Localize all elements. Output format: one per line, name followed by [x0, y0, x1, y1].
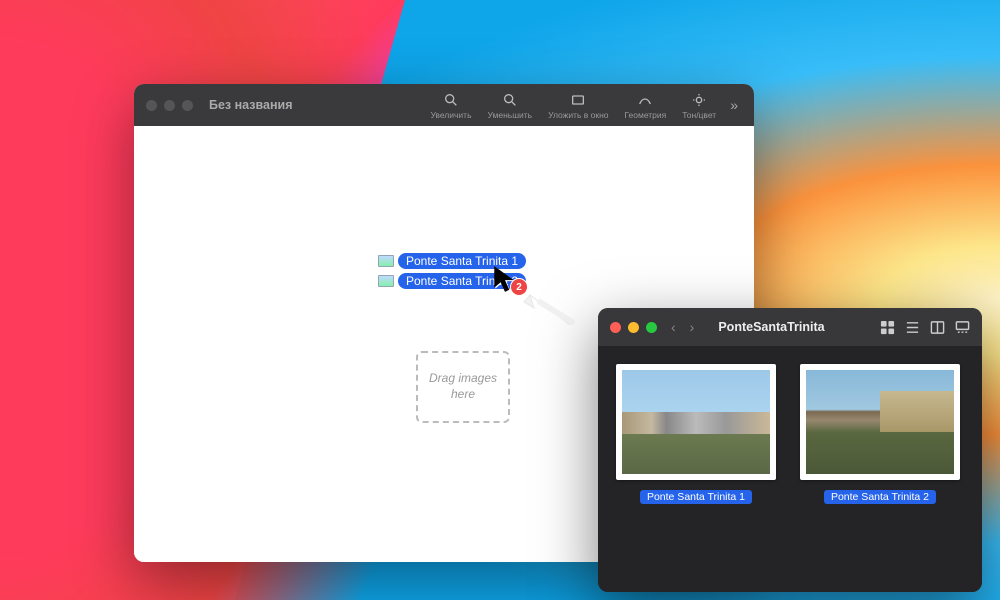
tone-color-button[interactable]: Тон/цвет	[676, 91, 722, 120]
drag-ghost-arrow-icon	[520, 290, 580, 330]
fit-window-icon	[569, 91, 587, 109]
dragged-file-1: Ponte Santa Trinita 1	[378, 253, 526, 269]
maximize-button[interactable]	[646, 322, 657, 333]
zoom-in-icon	[442, 91, 460, 109]
geometry-icon	[636, 91, 654, 109]
zoom-in-button[interactable]: Увеличить	[425, 91, 478, 120]
image-thumb-icon	[378, 275, 394, 287]
view-mode-buttons	[880, 320, 970, 335]
minimize-button[interactable]	[164, 100, 175, 111]
toolbar: Увеличить Уменьшить Уложить в окно Геоме…	[425, 91, 743, 120]
tone-color-icon	[690, 91, 708, 109]
geometry-label: Геометрия	[625, 110, 667, 120]
zoom-in-label: Увеличить	[431, 110, 472, 120]
dragged-file-2: Ponte Santa Trinita 2	[378, 273, 526, 289]
file-item-2[interactable]: Ponte Santa Trinita 2	[798, 364, 962, 580]
fit-window-button[interactable]: Уложить в окно	[542, 91, 614, 120]
drop-zone-label: Drag images here	[418, 371, 508, 402]
maximize-button[interactable]	[182, 100, 193, 111]
gallery-view-button[interactable]	[955, 320, 970, 335]
tone-color-label: Тон/цвет	[682, 110, 716, 120]
window-controls	[610, 322, 657, 333]
minimize-button[interactable]	[628, 322, 639, 333]
list-view-button[interactable]	[905, 320, 920, 335]
dragged-file-label: Ponte Santa Trinita 2	[398, 273, 526, 289]
file-item-1[interactable]: Ponte Santa Trinita 1	[614, 364, 778, 580]
image-thumb-icon	[378, 255, 394, 267]
close-button[interactable]	[146, 100, 157, 111]
editor-titlebar[interactable]: Без названия Увеличить Уменьшить Уложить…	[134, 84, 754, 126]
toolbar-overflow-button[interactable]: »	[726, 97, 742, 113]
column-view-button[interactable]	[930, 320, 945, 335]
finder-window: ‹ › PonteSantaTrinita Ponte Santa Trinit…	[598, 308, 982, 592]
close-button[interactable]	[610, 322, 621, 333]
icon-view-button[interactable]	[880, 320, 895, 335]
finder-title: PonteSantaTrinita	[718, 320, 824, 334]
zoom-out-label: Уменьшить	[488, 110, 533, 120]
finder-titlebar[interactable]: ‹ › PonteSantaTrinita	[598, 308, 982, 346]
nav-arrows: ‹ ›	[671, 319, 694, 335]
back-button[interactable]: ‹	[671, 319, 676, 335]
finder-body[interactable]: Ponte Santa Trinita 1 Ponte Santa Trinit…	[598, 346, 982, 592]
file-thumbnail	[616, 364, 776, 480]
file-name-label: Ponte Santa Trinita 1	[640, 490, 752, 504]
drop-zone[interactable]: Drag images here	[416, 351, 510, 423]
window-controls	[146, 100, 193, 111]
window-title: Без названия	[209, 98, 293, 112]
fit-window-label: Уложить в окно	[548, 110, 608, 120]
zoom-out-button[interactable]: Уменьшить	[482, 91, 539, 120]
dragged-file-label: Ponte Santa Trinita 1	[398, 253, 526, 269]
forward-button[interactable]: ›	[690, 319, 695, 335]
file-name-label: Ponte Santa Trinita 2	[824, 490, 936, 504]
geometry-button[interactable]: Геометрия	[619, 91, 673, 120]
zoom-out-icon	[501, 91, 519, 109]
file-thumbnail	[800, 364, 960, 480]
